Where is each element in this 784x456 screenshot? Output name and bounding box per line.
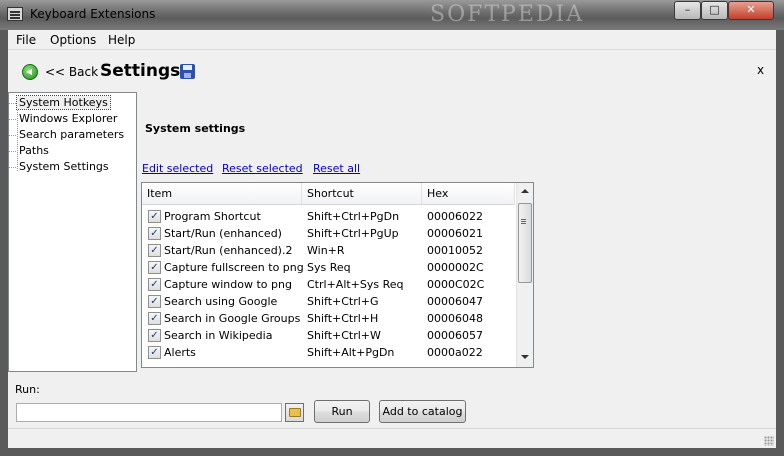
cell-item: Capture window to png (164, 278, 292, 291)
title-bar: Keyboard Extensions SOFTPEDIA – □ ✕ (0, 0, 784, 30)
cell-shortcut: Ctrl+Alt+Sys Req (307, 278, 404, 291)
cell-item: Search using Google (164, 295, 278, 308)
row-checkbox[interactable]: ✓ (148, 261, 161, 274)
cell-shortcut: Shift+Ctrl+G (307, 295, 379, 308)
run-input[interactable] (16, 403, 282, 422)
cell-item: Program Shortcut (164, 210, 261, 223)
cell-hex: 0000002C (427, 261, 484, 274)
table-row[interactable]: ✓ Search in Google Groups Shift+Ctrl+H 0… (142, 310, 515, 327)
row-checkbox[interactable]: ✓ (148, 295, 161, 308)
browse-button[interactable] (285, 403, 304, 422)
reset-selected-link[interactable]: Reset selected (222, 162, 303, 175)
cell-item: Search in Google Groups (164, 312, 301, 325)
watermark: SOFTPEDIA (430, 2, 585, 27)
tree-item-paths[interactable]: Paths (9, 144, 51, 157)
keyboard-icon (7, 7, 23, 21)
window-title: Keyboard Extensions (30, 7, 156, 21)
cell-shortcut: Shift+Ctrl+PgDn (307, 210, 400, 223)
back-arrow-icon[interactable] (22, 64, 38, 80)
scroll-down-icon[interactable] (521, 355, 529, 359)
cell-hex: 00006048 (427, 312, 483, 325)
column-header-hex[interactable]: Hex (422, 183, 515, 205)
cell-item: Search in Wikipedia (164, 329, 273, 342)
column-header-item[interactable]: Item (142, 183, 302, 205)
cell-hex: 00010052 (427, 244, 483, 257)
maximize-button[interactable]: □ (701, 1, 728, 20)
table-row[interactable]: ✓ Search in Wikipedia Shift+Ctrl+W 00006… (142, 327, 515, 344)
table-row[interactable]: ✓ Start/Run (enhanced).2 Win+R 00010052 (142, 242, 515, 259)
add-to-catalog-button[interactable]: Add to catalog (379, 400, 466, 423)
cell-item: Start/Run (enhanced) (164, 227, 282, 240)
table-scrollbar[interactable] (516, 183, 533, 367)
cell-shortcut: Shift+Ctrl+W (307, 329, 381, 342)
cell-hex: 00006021 (427, 227, 483, 240)
menu-help[interactable]: Help (108, 33, 135, 47)
table-row[interactable]: ✓ Capture fullscreen to png Sys Req 0000… (142, 259, 515, 276)
close-settings-button[interactable]: x (757, 63, 764, 77)
table-row[interactable]: ✓ Search using Google Shift+Ctrl+G 00006… (142, 293, 515, 310)
table-row[interactable]: ✓ Program Shortcut Shift+Ctrl+PgDn 00006… (142, 208, 515, 225)
cell-hex: 00006047 (427, 295, 483, 308)
tree-item-search-parameters[interactable]: Search parameters (8, 128, 126, 141)
window-client: File Options Help << Back Settings x Sys… (8, 30, 776, 448)
cell-hex: 0000a022 (427, 346, 483, 359)
cell-shortcut: Sys Req (307, 261, 351, 274)
folder-icon (289, 408, 301, 417)
tree-item-system-hotkeys[interactable]: System Hotkeys (9, 95, 111, 110)
table-header: Item Shortcut Hex (142, 183, 515, 205)
scroll-up-icon[interactable] (521, 189, 529, 193)
reset-all-link[interactable]: Reset all (313, 162, 360, 175)
page-title: Settings (100, 61, 181, 81)
hotkeys-table: Item Shortcut Hex ✓ Program Shortcut Shi… (141, 182, 534, 368)
run-button[interactable]: Run (314, 400, 370, 423)
menu-bar: File Options Help (8, 30, 776, 50)
cell-shortcut: Shift+Alt+PgDn (307, 346, 395, 359)
cell-hex: 00006022 (427, 210, 483, 223)
scroll-thumb[interactable] (518, 203, 532, 283)
row-checkbox[interactable]: ✓ (148, 278, 161, 291)
row-checkbox[interactable]: ✓ (148, 329, 161, 342)
close-window-button[interactable]: ✕ (728, 1, 774, 20)
column-header-shortcut[interactable]: Shortcut (302, 183, 422, 205)
edit-selected-link[interactable]: Edit selected (142, 162, 213, 175)
cell-shortcut: Shift+Ctrl+H (307, 312, 379, 325)
menu-file[interactable]: File (16, 33, 36, 47)
back-link[interactable]: << Back (45, 65, 98, 79)
cell-shortcut: Win+R (307, 244, 345, 257)
cell-item: Capture fullscreen to png (164, 261, 304, 274)
row-checkbox[interactable]: ✓ (148, 244, 161, 257)
cell-hex: 0000C02C (427, 278, 485, 291)
save-icon[interactable] (180, 64, 195, 79)
table-row[interactable]: ✓ Start/Run (enhanced) Shift+Ctrl+PgUp 0… (142, 225, 515, 242)
table-row[interactable]: ✓ Capture window to png Ctrl+Alt+Sys Req… (142, 276, 515, 293)
settings-tree: System Hotkeys Windows Explorer Search p… (8, 92, 137, 372)
resize-grip-icon[interactable] (764, 436, 774, 446)
scroll-grip-icon (521, 219, 526, 220)
cell-shortcut: Shift+Ctrl+PgUp (307, 227, 399, 240)
minimize-button[interactable]: – (674, 1, 701, 20)
status-bar (8, 428, 776, 448)
run-label: Run: (15, 383, 40, 396)
table-row[interactable]: ✓ Alerts Shift+Alt+PgDn 0000a022 (142, 344, 515, 361)
cell-item: Alerts (164, 346, 196, 359)
tree-item-system-settings[interactable]: System Settings (9, 160, 111, 173)
menu-options[interactable]: Options (50, 33, 96, 47)
cell-item: Start/Run (enhanced).2 (164, 244, 293, 257)
cell-hex: 00006057 (427, 329, 483, 342)
row-checkbox[interactable]: ✓ (148, 227, 161, 240)
tree-item-windows-explorer[interactable]: Windows Explorer (8, 112, 119, 125)
section-title: System settings (145, 122, 246, 135)
row-checkbox[interactable]: ✓ (148, 312, 161, 325)
row-checkbox[interactable]: ✓ (148, 346, 161, 359)
row-checkbox[interactable]: ✓ (148, 210, 161, 223)
